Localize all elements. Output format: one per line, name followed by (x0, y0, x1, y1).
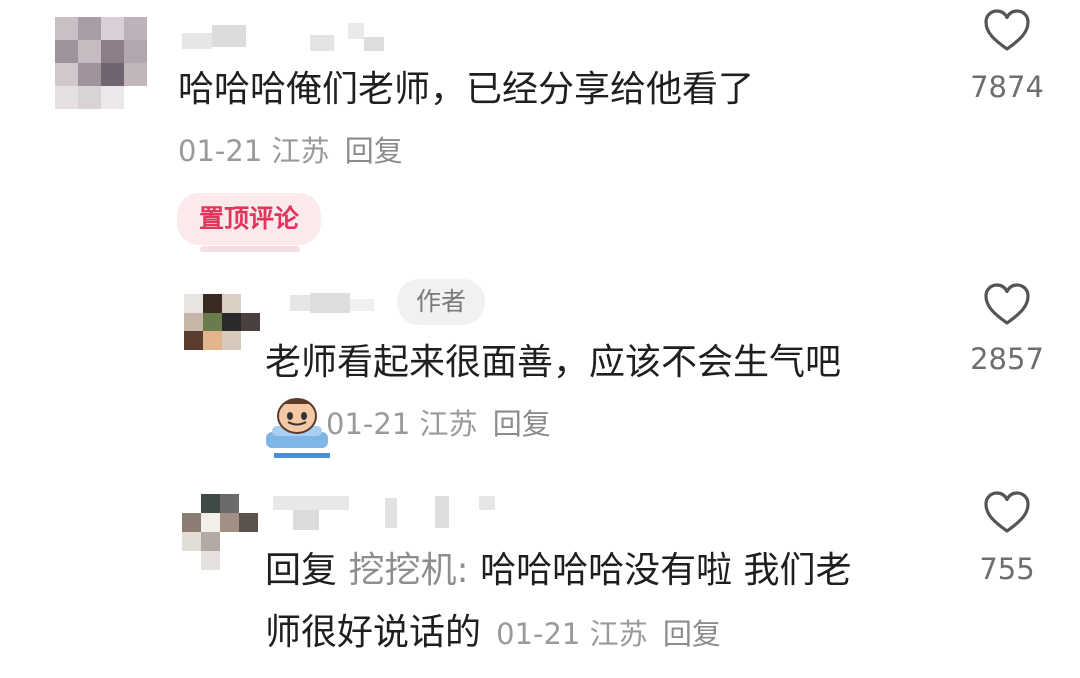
comment-meta: 01-21 江苏 回复 (178, 133, 403, 169)
comment-location: 江苏 (419, 407, 478, 441)
like-button[interactable]: 2857 (952, 282, 1062, 382)
username-blurred[interactable] (273, 492, 503, 534)
mention-username[interactable]: 挖挖机: (348, 550, 468, 591)
heart-outline-icon[interactable] (983, 282, 1031, 326)
comment-text: 哈哈哈俺们老师，已经分享给他看了 (178, 69, 755, 110)
avatar[interactable] (55, 17, 147, 109)
pinned-badge: 置顶评论 (177, 193, 321, 245)
author-badge: 作者 (397, 279, 485, 325)
reply-button[interactable]: 回复 (493, 407, 551, 441)
crying-baby-emoji-icon (264, 396, 330, 458)
comment-location: 江苏 (271, 134, 330, 168)
comment-meta: 01-21 江苏 回复 (326, 406, 551, 442)
heart-outline-icon[interactable] (983, 490, 1031, 534)
like-count: 755 (979, 552, 1035, 586)
like-button[interactable]: 755 (952, 490, 1062, 590)
comment-text-line1: 哈哈哈哈没有啦 我们老 (480, 550, 852, 591)
like-button[interactable]: 7874 (952, 8, 1062, 108)
comment-text: 回复 挖挖机: 哈哈哈哈没有啦 我们老 (265, 549, 852, 593)
comment-location: 江苏 (589, 617, 648, 651)
username-blurred[interactable] (290, 289, 390, 323)
reply-prefix: 回复 (265, 550, 338, 591)
comment-text-line2: 师很好说话的 (265, 612, 482, 653)
comment-date: 01-21 (326, 407, 411, 441)
like-count: 2857 (970, 342, 1044, 376)
reply-button[interactable]: 回复 (663, 617, 721, 651)
comment-date: 01-21 (496, 617, 581, 651)
username-blurred[interactable] (182, 19, 392, 53)
heart-outline-icon[interactable] (983, 8, 1031, 52)
avatar[interactable] (182, 494, 258, 570)
comment-second-line: 师很好说话的 01-21 江苏 回复 (265, 611, 721, 655)
comment-date: 01-21 (178, 134, 263, 168)
reply-button[interactable]: 回复 (345, 134, 403, 168)
comment-text: 老师看起来很面善，应该不会生气吧 (265, 342, 842, 383)
comment-meta: 01-21 江苏 回复 (496, 617, 721, 651)
like-count: 7874 (970, 70, 1044, 104)
avatar[interactable] (184, 294, 260, 350)
pinned-badge-underline (200, 246, 300, 252)
